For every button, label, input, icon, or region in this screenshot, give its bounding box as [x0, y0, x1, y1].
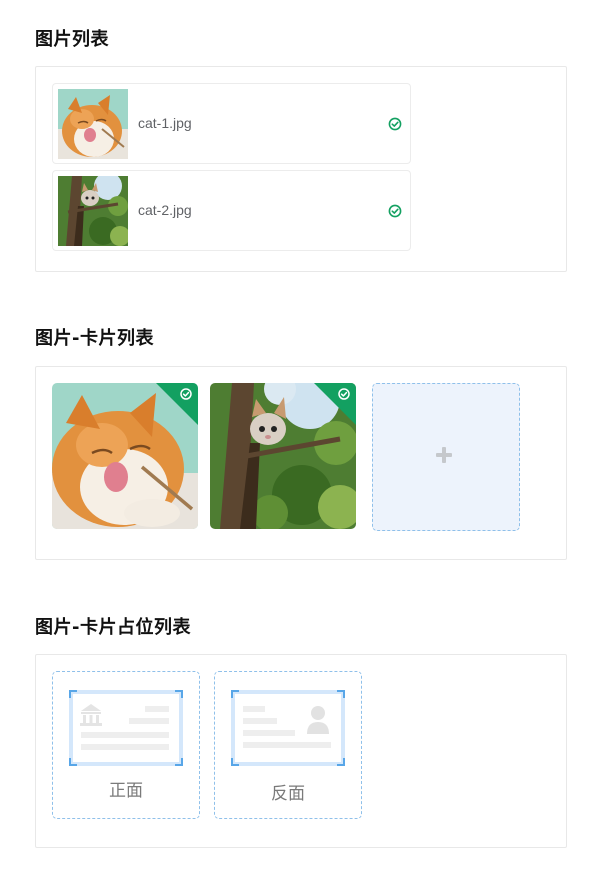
success-check-icon — [388, 204, 402, 218]
id-back-label: 反面 — [271, 784, 305, 804]
image-card-cat-1[interactable] — [52, 383, 198, 529]
image-list-panel: cat-1.jpg cat-2.jpg — [35, 66, 567, 272]
id-card-front-icon — [69, 690, 183, 766]
file-name: cat-2.jpg — [138, 202, 192, 218]
file-item[interactable]: cat-1.jpg — [52, 83, 411, 164]
section-title-image-card-list: 图片-卡片列表 — [35, 328, 154, 349]
id-card-back-icon — [231, 690, 345, 766]
placeholder-panel: 正面 反面 — [35, 654, 567, 848]
plus-icon — [436, 447, 452, 463]
cat-2-thumbnail[interactable] — [58, 176, 128, 246]
section-title-image-list: 图片列表 — [35, 29, 109, 50]
file-name: cat-1.jpg — [138, 115, 192, 131]
success-corner-badge — [314, 383, 356, 425]
id-front-label: 正面 — [109, 781, 143, 801]
cat-1-thumbnail[interactable] — [58, 89, 128, 159]
image-card-cat-2[interactable] — [210, 383, 356, 529]
success-corner-badge — [156, 383, 198, 425]
upload-id-back[interactable]: 反面 — [214, 671, 362, 819]
upload-id-front[interactable]: 正面 — [52, 671, 200, 819]
section-title-placeholder-list: 图片-卡片占位列表 — [35, 617, 191, 638]
file-item[interactable]: cat-2.jpg — [52, 170, 411, 251]
image-card-panel — [35, 366, 567, 560]
success-check-icon — [388, 117, 402, 131]
add-image-button[interactable] — [372, 383, 520, 531]
